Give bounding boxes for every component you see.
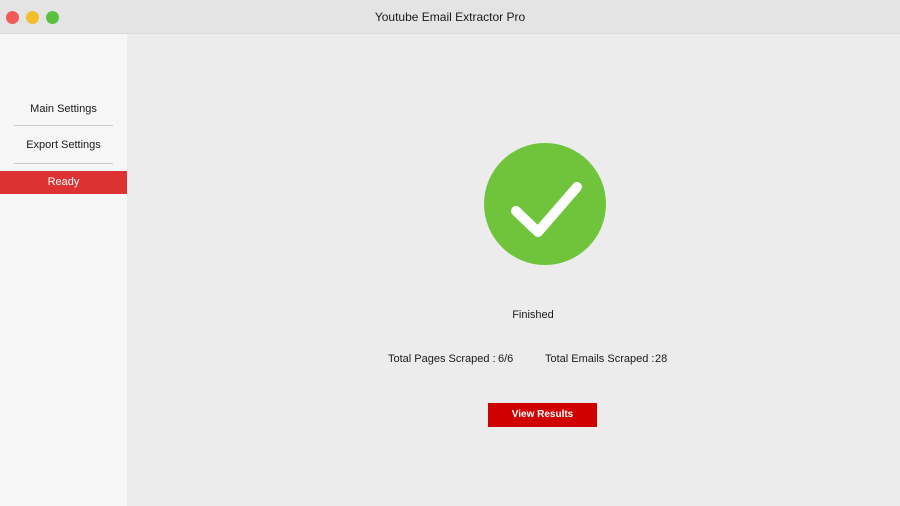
sidebar-divider [14, 163, 113, 164]
view-results-button[interactable]: View Results [488, 403, 597, 427]
window-title: Youtube Email Extractor Pro [374, 10, 526, 24]
pages-scraped-label: Total Pages Scraped : [388, 353, 496, 365]
pages-scraped-value: 6/6 [498, 353, 514, 365]
app-window: Youtube Email Extractor Pro Main Setting… [0, 0, 900, 506]
sidebar-item-main-settings[interactable]: Main Settings [0, 103, 127, 115]
sidebar: Main Settings Export Settings Ready [0, 34, 127, 506]
emails-scraped-label: Total Emails Scraped : [545, 353, 655, 365]
title-bar: Youtube Email Extractor Pro [0, 0, 900, 34]
finished-status-text: Finished [512, 309, 554, 321]
emails-scraped-value: 28 [655, 353, 668, 365]
sidebar-item-export-settings[interactable]: Export Settings [0, 139, 127, 151]
sidebar-divider [14, 125, 113, 126]
status-badge: Ready [0, 171, 127, 194]
checkmark-circle-icon [484, 143, 606, 265]
